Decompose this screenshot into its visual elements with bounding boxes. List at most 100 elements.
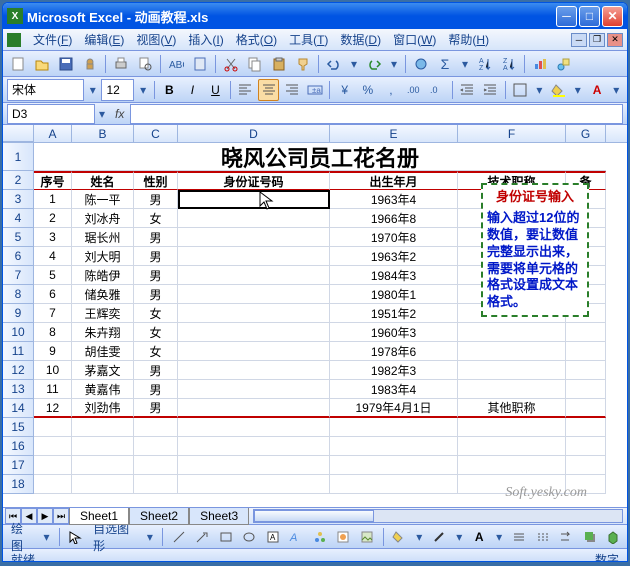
select-all-corner[interactable] (3, 125, 34, 142)
sheet-tab-sheet2[interactable]: Sheet2 (129, 508, 189, 525)
bold-button[interactable]: B (159, 79, 180, 101)
sort-asc-button[interactable]: AZ (474, 53, 496, 75)
fx-label[interactable]: fx (115, 107, 124, 121)
sheet-tab-sheet1[interactable]: Sheet1 (69, 508, 129, 525)
cell-B8[interactable]: 储奂雅 (72, 285, 134, 304)
print-preview-button[interactable] (134, 53, 156, 75)
cell-C10[interactable]: 女 (134, 323, 178, 342)
cell-D7[interactable] (178, 266, 330, 285)
cell-B4[interactable]: 刘冰舟 (72, 209, 134, 228)
cell-B16[interactable] (72, 437, 134, 456)
font-color-dropdown[interactable]: ▾ (610, 83, 623, 97)
row-header-15[interactable]: 15 (3, 418, 34, 437)
cell-E12[interactable]: 1982年3 (330, 361, 458, 380)
cell-G12[interactable] (566, 361, 606, 380)
column-header-A[interactable]: A (34, 125, 72, 142)
percent-button[interactable]: % (357, 79, 378, 101)
row-header-14[interactable]: 14 (3, 399, 34, 418)
cell-D6[interactable] (178, 247, 330, 266)
permission-button[interactable] (79, 53, 101, 75)
fill-color-button[interactable] (548, 79, 569, 101)
row-header-10[interactable]: 10 (3, 323, 34, 342)
cell-B9[interactable]: 王辉奕 (72, 304, 134, 323)
cell-G15[interactable] (566, 418, 606, 437)
cell-G11[interactable] (566, 342, 606, 361)
cell-E14[interactable]: 1979年4月1日 (330, 399, 458, 418)
clipart-button[interactable] (334, 526, 354, 548)
row-header-9[interactable]: 9 (3, 304, 34, 323)
cell-D5[interactable] (178, 228, 330, 247)
shadow-button[interactable] (580, 526, 600, 548)
cell-E13[interactable]: 1983年4 (330, 380, 458, 399)
doc-restore-button[interactable]: ❐ (589, 33, 605, 47)
column-header-B[interactable]: B (72, 125, 134, 142)
select-objects-button[interactable] (66, 526, 86, 548)
cell-A14[interactable]: 12 (34, 399, 72, 418)
diagram-button[interactable] (310, 526, 330, 548)
wordart-button[interactable]: A (287, 526, 307, 548)
cell-C18[interactable] (134, 475, 178, 494)
row-header-18[interactable]: 18 (3, 475, 34, 494)
font-size-box[interactable]: 12 (101, 79, 134, 101)
scrollbar-thumb[interactable] (254, 510, 374, 522)
cell-F11[interactable] (458, 342, 566, 361)
align-right-button[interactable] (281, 79, 302, 101)
font-color-draw-button[interactable]: A (469, 526, 489, 548)
borders-button[interactable] (510, 79, 531, 101)
new-button[interactable] (7, 53, 29, 75)
cell-B10[interactable]: 朱卉翔 (72, 323, 134, 342)
cell-G17[interactable] (566, 456, 606, 475)
cell-E16[interactable] (330, 437, 458, 456)
menu-w[interactable]: 窗口(W) (387, 29, 442, 50)
rectangle-button[interactable] (216, 526, 236, 548)
column-header-F[interactable]: F (458, 125, 566, 142)
font-name-dropdown[interactable]: ▾ (86, 83, 99, 97)
cell-B17[interactable] (72, 456, 134, 475)
cell-D17[interactable] (178, 456, 330, 475)
cell-E4[interactable]: 1966年8 (330, 209, 458, 228)
close-button[interactable]: ✕ (602, 6, 623, 27)
row-header-1[interactable]: 1 (3, 143, 34, 171)
cell-B13[interactable]: 黄嘉伟 (72, 380, 134, 399)
cell-E10[interactable]: 1960年3 (330, 323, 458, 342)
cell-D8[interactable] (178, 285, 330, 304)
cell-E5[interactable]: 1970年8 (330, 228, 458, 247)
column-header-C[interactable]: C (134, 125, 178, 142)
open-button[interactable] (31, 53, 53, 75)
cell-C4[interactable]: 女 (134, 209, 178, 228)
cell-D11[interactable] (178, 342, 330, 361)
row-header-17[interactable]: 17 (3, 456, 34, 475)
cell-C12[interactable]: 男 (134, 361, 178, 380)
align-center-button[interactable] (258, 79, 279, 101)
merge-center-button[interactable]: ±a (304, 79, 325, 101)
cell-F13[interactable] (458, 380, 566, 399)
menu-e[interactable]: 编辑(E) (78, 29, 130, 50)
arrow-button[interactable] (193, 526, 213, 548)
cell-E17[interactable] (330, 456, 458, 475)
column-header-E[interactable]: E (330, 125, 458, 142)
cell-A10[interactable]: 8 (34, 323, 72, 342)
row-header-3[interactable]: 3 (3, 190, 34, 209)
doc-close-button[interactable]: ✕ (607, 33, 623, 47)
redo-button[interactable] (363, 53, 385, 75)
cell-B5[interactable]: 琚长州 (72, 228, 134, 247)
cell-F10[interactable] (458, 323, 566, 342)
comma-button[interactable]: , (380, 79, 401, 101)
cell-A4[interactable]: 2 (34, 209, 72, 228)
format-painter-button[interactable] (292, 53, 314, 75)
cell-F12[interactable] (458, 361, 566, 380)
cell-F14[interactable]: 其他职称 (458, 399, 566, 418)
cell-A12[interactable]: 10 (34, 361, 72, 380)
menu-v[interactable]: 视图(V) (130, 29, 182, 50)
sheet-title-cell[interactable]: 晓风公司员工花名册 (34, 143, 606, 171)
row-header-11[interactable]: 11 (3, 342, 34, 361)
increase-decimal-button[interactable]: .00 (403, 79, 424, 101)
cell-A17[interactable] (34, 456, 72, 475)
drawing-menu[interactable]: 绘图 (7, 520, 36, 554)
menu-t[interactable]: 工具(T) (283, 29, 334, 50)
copy-button[interactable] (244, 53, 266, 75)
cell-G14[interactable] (566, 399, 606, 418)
cell-E3[interactable]: 1963年4 (330, 190, 458, 209)
autosum-dropdown[interactable]: ▾ (458, 57, 472, 71)
cell-F17[interactable] (458, 456, 566, 475)
